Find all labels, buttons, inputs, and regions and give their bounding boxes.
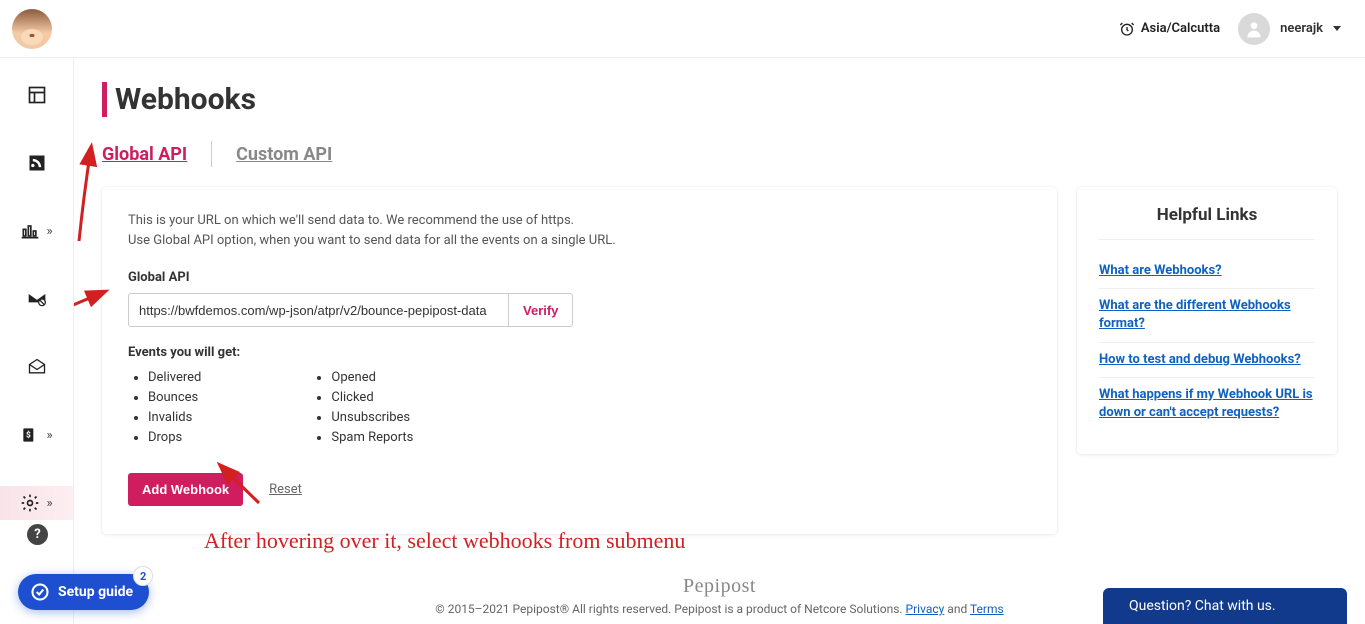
event-item: Opened xyxy=(331,368,413,388)
user-menu[interactable]: neerajk xyxy=(1238,13,1341,45)
event-item: Unsubscribes xyxy=(331,408,413,428)
sidebar-analytics[interactable]: » xyxy=(0,214,73,248)
chevron-down-icon xyxy=(1333,26,1341,31)
helpful-link[interactable]: How to test and debug Webhooks? xyxy=(1099,343,1315,378)
billing-icon: $ xyxy=(20,425,40,445)
privacy-link[interactable]: Privacy xyxy=(906,602,945,616)
input-row: Verify xyxy=(128,293,1031,327)
chevron-right-icon: » xyxy=(46,428,52,443)
setup-guide-badge: 2 xyxy=(133,566,153,586)
helpful-link[interactable]: What happens if my Webhook URL is down o… xyxy=(1099,378,1315,430)
timezone-display[interactable]: Asia/Calcutta xyxy=(1119,21,1220,37)
reset-link[interactable]: Reset xyxy=(269,482,302,497)
sidebar-feed[interactable] xyxy=(0,146,73,180)
description: This is your URL on which we'll send dat… xyxy=(128,211,1031,250)
sidebar-templates[interactable] xyxy=(0,350,73,384)
global-api-label: Global API xyxy=(128,270,1031,285)
helpful-link[interactable]: What are Webhooks? xyxy=(1099,254,1315,289)
main-card: This is your URL on which we'll send dat… xyxy=(102,187,1057,534)
timezone-text: Asia/Calcutta xyxy=(1141,21,1220,36)
tab-separator xyxy=(211,141,212,167)
avatar xyxy=(1238,13,1270,45)
mail-blocked-icon xyxy=(27,289,47,309)
event-columns: Delivered Bounces Invalids Drops Opened … xyxy=(128,368,1031,449)
description-line: This is your URL on which we'll send dat… xyxy=(128,211,1031,231)
global-api-input[interactable] xyxy=(128,293,508,327)
tab-global-api[interactable]: Global API xyxy=(102,144,187,165)
events-list-2: Opened Clicked Unsubscribes Spam Reports xyxy=(311,368,413,449)
help-button[interactable]: ? xyxy=(27,524,48,545)
dashboard-icon xyxy=(27,85,47,105)
content: Webhooks Global API Custom API This is y… xyxy=(74,58,1365,624)
brand-logo[interactable] xyxy=(12,9,52,49)
annotation-text: After hovering over it, select webhooks … xyxy=(204,528,685,554)
sidebar-dashboard[interactable] xyxy=(0,78,73,112)
description-line: Use Global API option, when you want to … xyxy=(128,231,1031,251)
events-list-1: Delivered Bounces Invalids Drops xyxy=(128,368,201,449)
topbar-right: Asia/Calcutta neerajk xyxy=(1119,13,1341,45)
sidebar-settings[interactable]: » xyxy=(0,486,73,520)
username: neerajk xyxy=(1280,21,1323,36)
clock-icon xyxy=(1119,21,1135,37)
chat-widget[interactable]: Question? Chat with us. xyxy=(1103,588,1347,624)
event-item: Bounces xyxy=(148,388,201,408)
verify-button[interactable]: Verify xyxy=(508,293,573,327)
helpful-link[interactable]: What are the different Webhooks format? xyxy=(1099,289,1315,342)
check-circle-icon xyxy=(30,582,50,602)
topbar: Asia/Calcutta neerajk xyxy=(0,0,1365,58)
actions: Add Webhook Reset xyxy=(128,473,1031,506)
events-title: Events you will get: xyxy=(128,345,1031,360)
chevron-right-icon: » xyxy=(46,224,52,239)
chevron-right-icon: » xyxy=(46,496,52,511)
layout: » $ » » Webhooks Global API Custom API T… xyxy=(0,58,1365,624)
sidebar-suppression[interactable] xyxy=(0,282,73,316)
helpful-links-title: Helpful Links xyxy=(1099,205,1315,240)
page-title: Webhooks xyxy=(102,82,1337,117)
chat-label: Question? Chat with us. xyxy=(1129,598,1276,614)
chart-icon xyxy=(20,221,40,241)
setup-guide-button[interactable]: Setup guide 2 xyxy=(18,574,149,610)
event-item: Delivered xyxy=(148,368,201,388)
tabs: Global API Custom API xyxy=(102,141,1337,167)
add-webhook-button[interactable]: Add Webhook xyxy=(128,473,243,506)
event-item: Clicked xyxy=(331,388,413,408)
columns: This is your URL on which we'll send dat… xyxy=(102,187,1337,534)
event-item: Drops xyxy=(148,428,201,448)
event-item: Invalids xyxy=(148,408,201,428)
rss-icon xyxy=(27,153,47,173)
terms-link[interactable]: Terms xyxy=(970,602,1004,616)
envelope-open-icon xyxy=(27,357,47,377)
setup-guide-label: Setup guide xyxy=(58,584,133,600)
svg-text:$: $ xyxy=(26,430,31,441)
event-item: Spam Reports xyxy=(331,428,413,448)
sidebar-billing[interactable]: $ » xyxy=(0,418,73,452)
gear-icon xyxy=(20,493,40,513)
helpful-links-card: Helpful Links What are Webhooks? What ar… xyxy=(1077,187,1337,454)
tab-custom-api[interactable]: Custom API xyxy=(236,144,332,165)
